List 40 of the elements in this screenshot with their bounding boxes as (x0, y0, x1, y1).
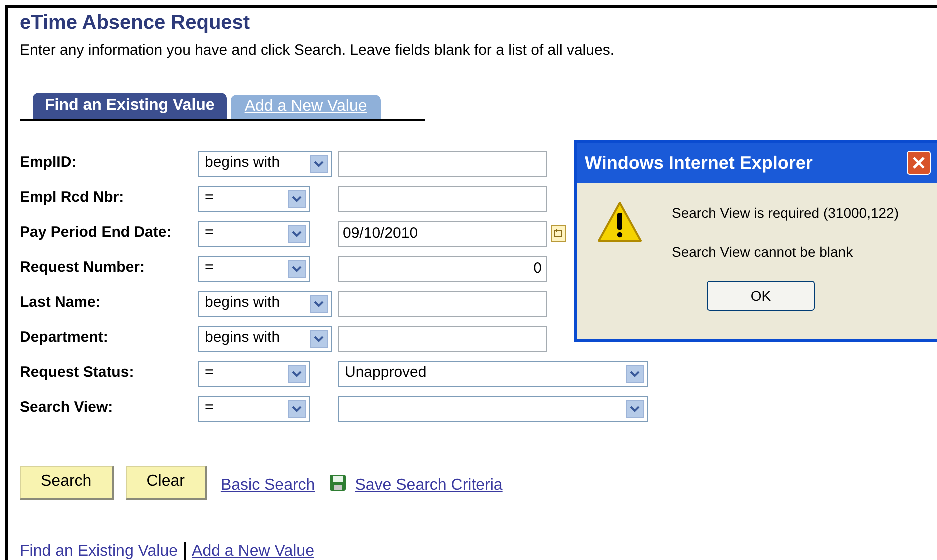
dialog-message: Search View cannot be blank (672, 243, 854, 262)
value-field[interactable] (338, 186, 547, 212)
link[interactable]: Basic Search (220, 474, 316, 498)
value-field[interactable] (338, 290, 547, 316)
value-field[interactable]: 09/10/2010 (338, 220, 547, 246)
dialog-message: Search View is required (31000,122) (672, 204, 899, 223)
field-label: Empl Rcd Nbr: (20, 188, 126, 208)
calendar-icon[interactable] (551, 225, 566, 242)
value-select[interactable]: Unapproved (338, 360, 648, 386)
operator-select[interactable]: = (198, 396, 310, 422)
value-field[interactable]: 0 (338, 256, 547, 282)
value-field[interactable] (338, 326, 547, 352)
field-label: Request Number: (20, 258, 146, 278)
tab[interactable]: Find an Existing Value (33, 92, 227, 118)
page-title: eTime Absence Request (20, 11, 252, 36)
field-label: EmplID: (20, 153, 78, 174)
operator-select[interactable]: = (198, 360, 310, 386)
field-label: Pay Period End Date: (20, 223, 173, 244)
link[interactable]: Save Search Criteria (355, 474, 503, 498)
instructions: Enter any information you have and click Search. Leave fields blank for a list of all values. (20, 41, 616, 61)
operator-select[interactable]: begins with (198, 150, 332, 176)
operator-select[interactable]: begins with (198, 290, 332, 316)
footer-link[interactable]: Find an Existing Value (20, 540, 178, 560)
field-label: Request Status: (20, 363, 136, 384)
field-label: Search View: (20, 398, 114, 418)
close-icon[interactable] (907, 151, 931, 175)
field-label: Last Name: (20, 293, 102, 314)
operator-select[interactable]: = (198, 220, 310, 246)
ok-button[interactable]: OK (707, 281, 815, 311)
footer-link[interactable]: Add a New Value (192, 540, 314, 560)
dialog-title: Windows Internet Explorer (585, 152, 813, 175)
warning-icon (597, 201, 643, 243)
operator-select[interactable]: = (198, 256, 310, 282)
value-field[interactable] (338, 150, 547, 176)
operator-select[interactable]: begins with (198, 326, 332, 352)
action-button[interactable]: Clear (126, 466, 207, 500)
value-select[interactable] (338, 396, 648, 422)
action-button[interactable]: Search (20, 466, 114, 500)
field-label: Department: (20, 328, 110, 348)
operator-select[interactable]: = (198, 186, 310, 212)
